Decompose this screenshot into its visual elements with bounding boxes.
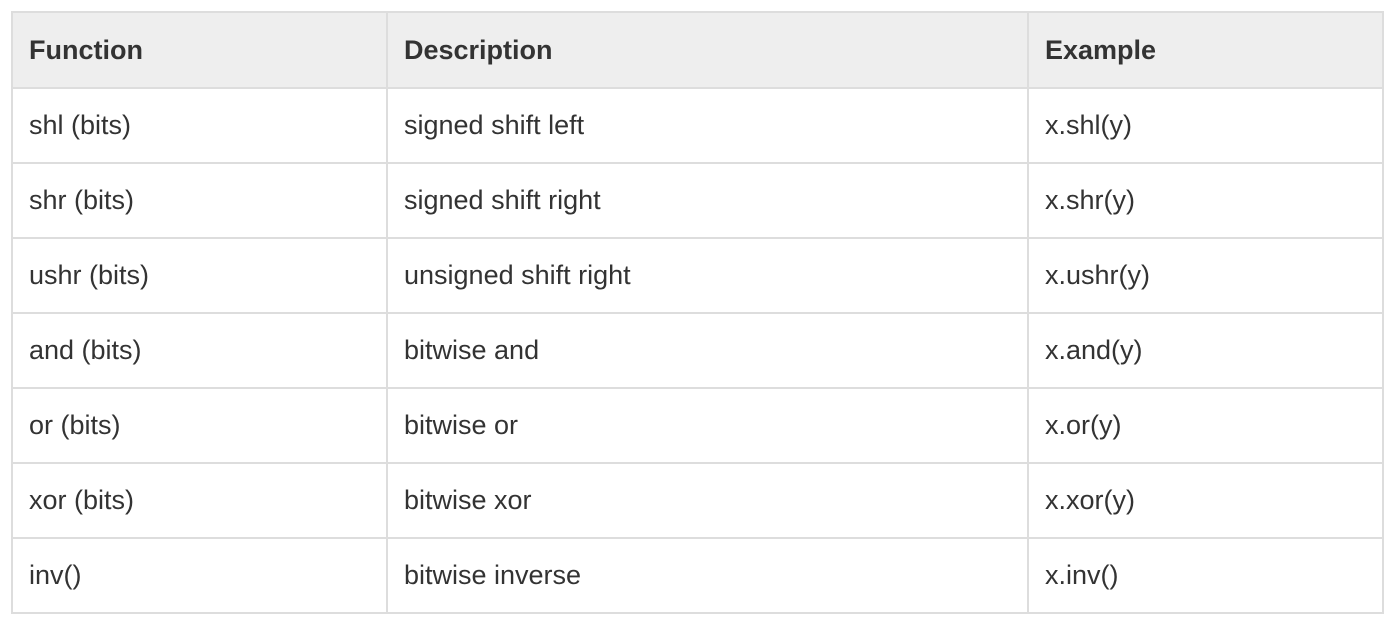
cell-example: x.inv() [1027,537,1384,614]
header-function: Function [11,11,388,89]
cell-function: and (bits) [11,312,388,389]
table-row: shl (bits) signed shift left x.shl(y) [11,87,1384,164]
cell-description: bitwise or [386,387,1029,464]
header-row: Function Description Example [11,11,1384,89]
cell-description: unsigned shift right [386,237,1029,314]
table-row: shr (bits) signed shift right x.shr(y) [11,162,1384,239]
cell-description: bitwise xor [386,462,1029,539]
table-row: ushr (bits) unsigned shift right x.ushr(… [11,237,1384,314]
cell-example: x.shl(y) [1027,87,1384,164]
cell-function: inv() [11,537,388,614]
table-row: xor (bits) bitwise xor x.xor(y) [11,462,1384,539]
header-example: Example [1027,11,1384,89]
cell-description: signed shift right [386,162,1029,239]
cell-function: shl (bits) [11,87,388,164]
table-row: inv() bitwise inverse x.inv() [11,537,1384,614]
cell-example: x.ushr(y) [1027,237,1384,314]
cell-example: x.and(y) [1027,312,1384,389]
cell-function: shr (bits) [11,162,388,239]
cell-function: xor (bits) [11,462,388,539]
bitwise-functions-table-container: Function Description Example shl (bits) … [11,11,1384,614]
cell-function: ushr (bits) [11,237,388,314]
header-description: Description [386,11,1029,89]
bitwise-functions-table: Function Description Example shl (bits) … [11,11,1384,614]
cell-description: bitwise and [386,312,1029,389]
cell-example: x.or(y) [1027,387,1384,464]
table-row: or (bits) bitwise or x.or(y) [11,387,1384,464]
cell-example: x.xor(y) [1027,462,1384,539]
cell-example: x.shr(y) [1027,162,1384,239]
cell-description: bitwise inverse [386,537,1029,614]
cell-function: or (bits) [11,387,388,464]
table-header: Function Description Example [11,11,1384,89]
table-body: shl (bits) signed shift left x.shl(y) sh… [11,87,1384,614]
table-row: and (bits) bitwise and x.and(y) [11,312,1384,389]
cell-description: signed shift left [386,87,1029,164]
